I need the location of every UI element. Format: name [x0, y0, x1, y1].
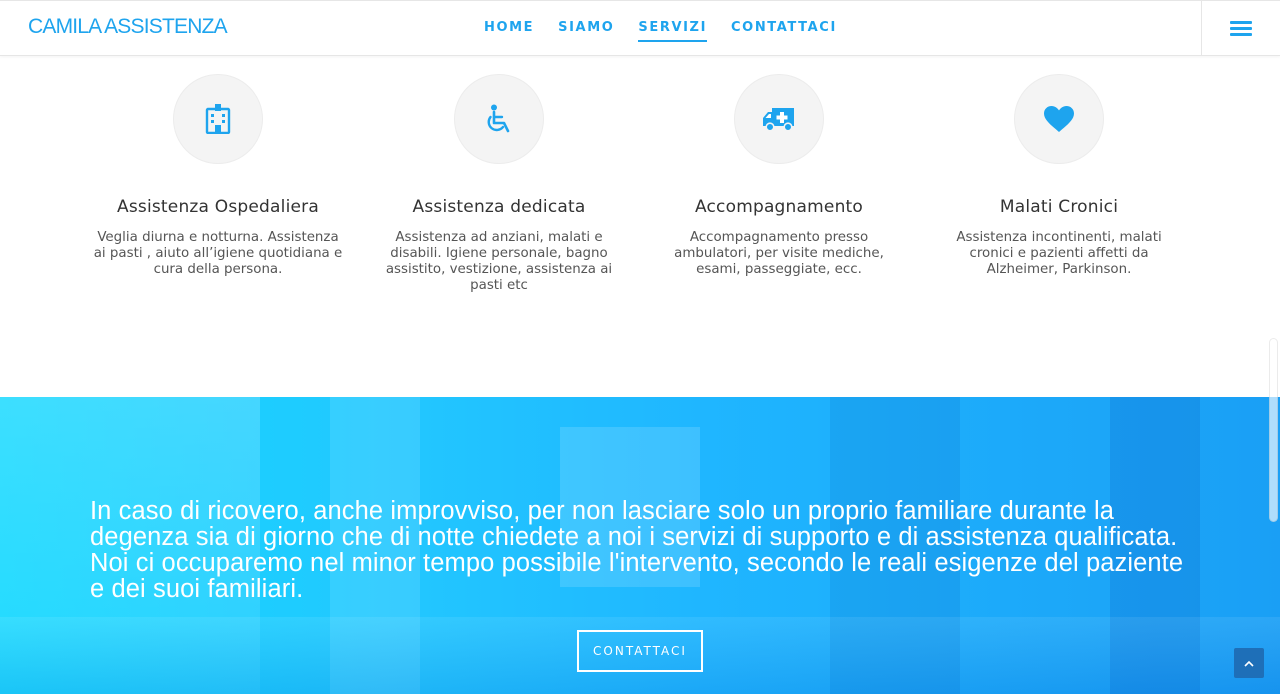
service-title: Accompagnamento: [694, 197, 864, 217]
service-description: Assistenza incontinenti, malati cronici …: [956, 230, 1162, 277]
hero-section: In caso di ricovero, anche improvviso, p…: [0, 397, 1280, 694]
service-title: Malati Cronici: [999, 197, 1119, 217]
service-dedicated: Assistenza dedicata Assistenza ad anzian…: [369, 74, 629, 294]
main-nav: HOME SIAMO SERVIZI CONTATTACI: [484, 20, 837, 42]
service-icon-circle: [454, 74, 544, 164]
wheelchair-icon: [487, 104, 510, 133]
service-title: Assistenza dedicata: [412, 197, 586, 217]
contact-button[interactable]: CONTATTACI: [577, 630, 703, 672]
chevron-up-icon: [1244, 660, 1254, 667]
service-description: Veglia diurna e notturna. Assistenza ai …: [93, 230, 343, 277]
site-header: CAMILA ASSISTENZA HOME SIAMO SERVIZI CON…: [0, 0, 1280, 56]
service-accompaniment: Accompagnamento Accompagnamento presso a…: [649, 74, 909, 278]
service-chronic: Malati Cronici Assistenza incontinenti, …: [929, 74, 1189, 278]
hospital-icon: [205, 104, 231, 134]
heart-icon: [1044, 106, 1074, 132]
header-divider: [1201, 1, 1202, 56]
nav-servizi[interactable]: SERVIZI: [638, 20, 708, 42]
service-title: Assistenza Ospedaliera: [117, 197, 319, 217]
service-description: Assistenza ad anziani, malati e disabili…: [385, 230, 613, 293]
hamburger-menu-icon[interactable]: [1230, 21, 1252, 37]
service-description: Accompagnamento presso ambulatori, per v…: [674, 230, 884, 277]
nav-siamo[interactable]: SIAMO: [558, 20, 614, 42]
page-scrollbar[interactable]: [1269, 338, 1278, 522]
ambulance-icon: [763, 108, 794, 132]
service-icon-circle: [173, 74, 263, 164]
back-to-top-button[interactable]: [1234, 648, 1264, 678]
service-icon-circle: [1014, 74, 1104, 164]
nav-home[interactable]: HOME: [484, 20, 534, 42]
site-logo[interactable]: CAMILA ASSISTENZA: [28, 15, 228, 39]
nav-contattaci[interactable]: CONTATTACI: [731, 20, 837, 42]
service-hospital: Assistenza Ospedaliera Veglia diurna e n…: [88, 74, 348, 278]
service-icon-circle: [734, 74, 824, 164]
hero-text: In caso di ricovero, anche improvviso, p…: [90, 497, 1184, 603]
